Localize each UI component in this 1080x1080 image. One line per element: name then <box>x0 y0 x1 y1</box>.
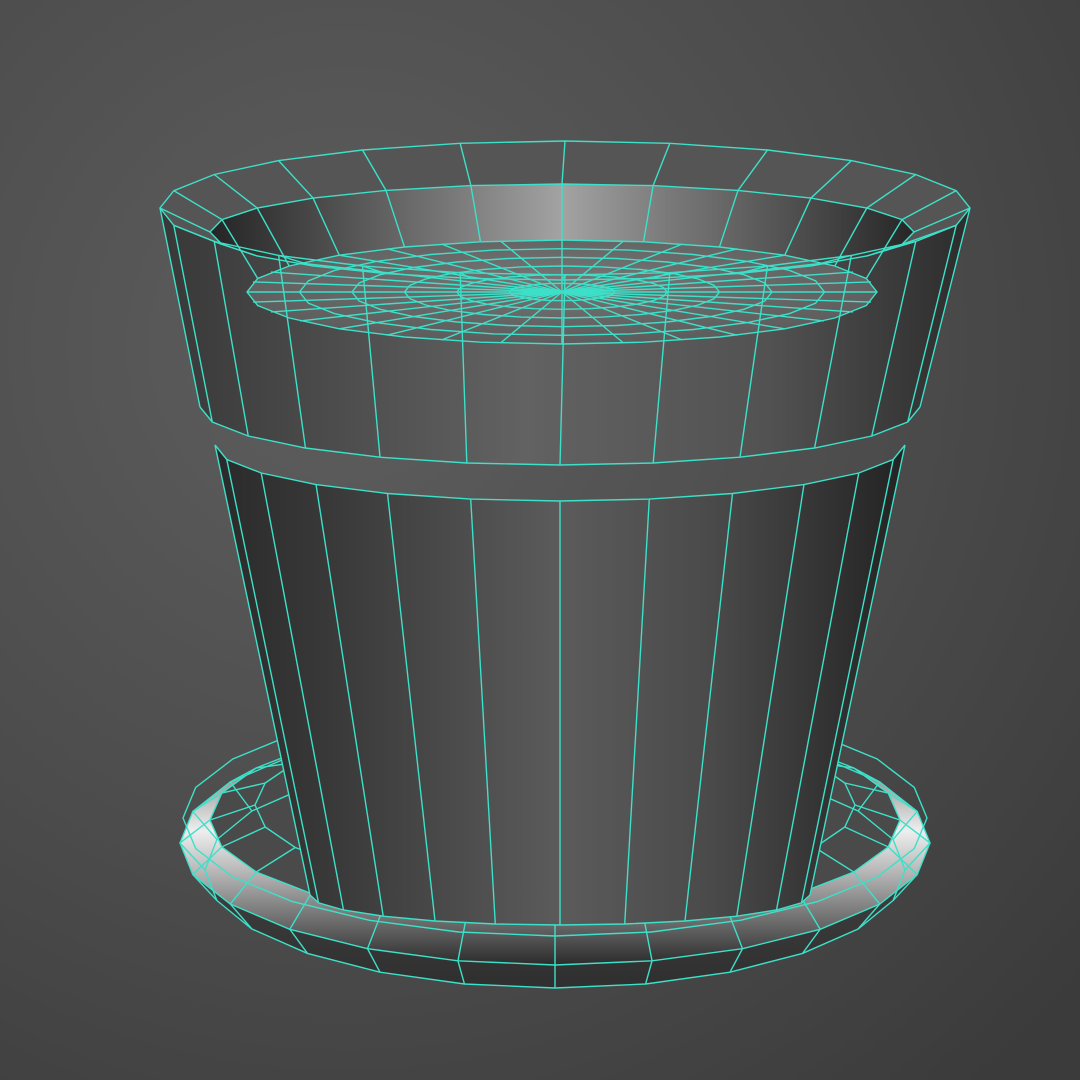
viewport-canvas[interactable] <box>0 0 1080 1080</box>
3d-viewport[interactable] <box>0 0 1080 1080</box>
